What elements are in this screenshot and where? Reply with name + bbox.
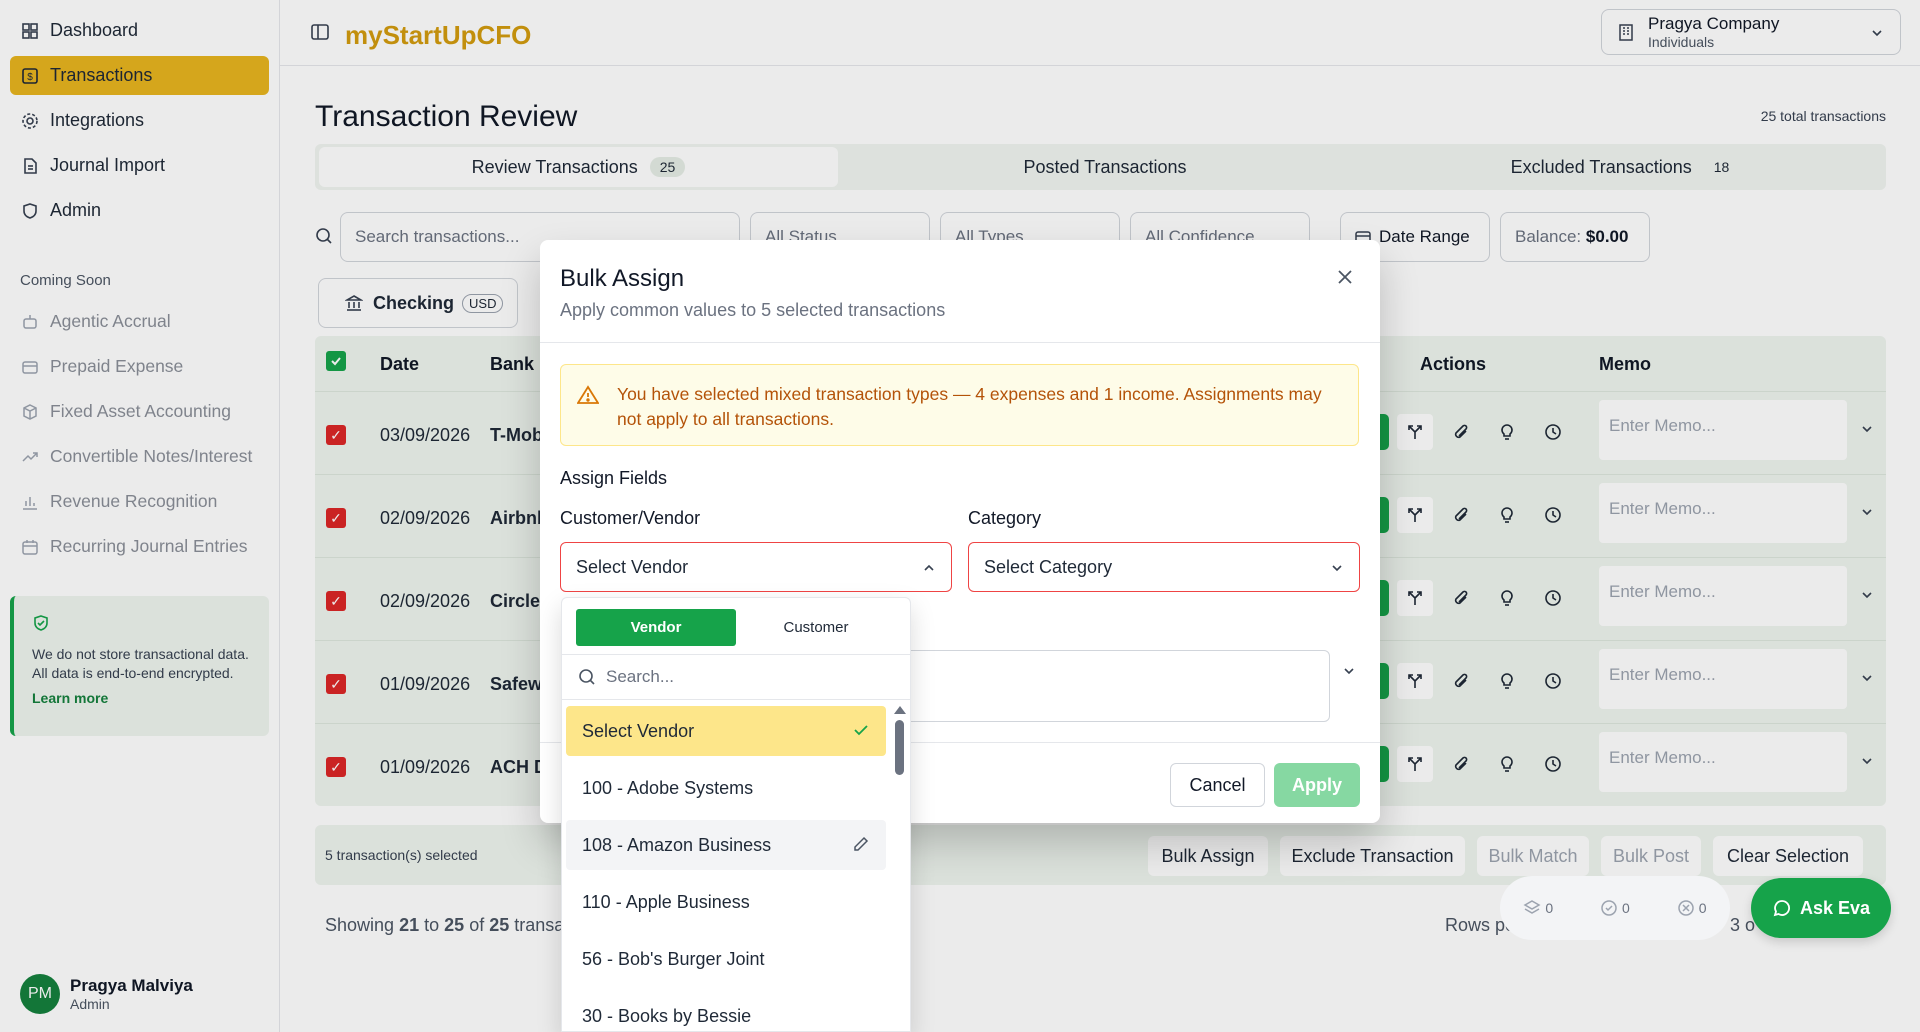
- apply-button[interactable]: Apply: [1274, 763, 1360, 807]
- category-label: Category: [968, 508, 1042, 528]
- chevron-down-icon: [1330, 559, 1344, 580]
- option-label: Select Vendor: [582, 720, 695, 741]
- cancel-button[interactable]: Cancel: [1170, 763, 1265, 807]
- search-placeholder: Search...: [606, 667, 675, 686]
- category-select[interactable]: Select Category: [968, 542, 1360, 592]
- vendor-dropdown: Vendor Customer Search... Select Vendor …: [561, 597, 911, 1032]
- modal-subtitle: Apply common values to 5 selected transa…: [560, 300, 946, 320]
- dropdown-option[interactable]: Select Vendor: [566, 706, 886, 756]
- dropdown-option[interactable]: 100 - Adobe Systems: [566, 763, 886, 813]
- warning-icon: [576, 385, 600, 412]
- dropdown-scrollbar[interactable]: [894, 706, 906, 776]
- check-circle-icon: 0: [1600, 899, 1630, 917]
- x-circle-icon: 0: [1677, 899, 1707, 917]
- option-label: 30 - Books by Bessie: [582, 1005, 752, 1026]
- customer-vendor-label: Customer/Vendor: [560, 508, 701, 528]
- modal-memo-field[interactable]: [890, 650, 1330, 722]
- counter-value: 0: [1698, 900, 1707, 916]
- dropdown-option[interactable]: 110 - Apple Business: [566, 877, 886, 927]
- chevron-up-icon: [922, 559, 936, 580]
- chevron-down-icon[interactable]: [1342, 664, 1356, 683]
- modal-title: Bulk Assign: [560, 265, 685, 292]
- select-value: Select Category: [984, 556, 1113, 577]
- ask-eva-label: Ask Eva: [1799, 897, 1871, 918]
- check-icon: [852, 721, 870, 744]
- select-value: Select Vendor: [576, 556, 689, 577]
- close-icon[interactable]: [1336, 268, 1354, 291]
- dropdown-option[interactable]: 30 - Books by Bessie: [566, 991, 886, 1031]
- option-label: 100 - Adobe Systems: [582, 777, 754, 798]
- vendor-customer-toggle: Vendor Customer: [576, 609, 896, 646]
- pencil-icon[interactable]: [852, 835, 870, 858]
- dropdown-search-input[interactable]: Search...: [562, 654, 910, 700]
- scroll-up-arrow[interactable]: [894, 706, 906, 714]
- assign-fields-heading: Assign Fields: [560, 468, 668, 488]
- warning-text: You have selected mixed transaction type…: [617, 384, 1322, 429]
- layers-icon: 0: [1523, 899, 1553, 917]
- dropdown-option[interactable]: 108 - Amazon Business: [566, 820, 886, 870]
- option-label: 56 - Bob's Burger Joint: [582, 948, 765, 969]
- counter-value: 0: [1545, 900, 1554, 916]
- scroll-thumb[interactable]: [895, 720, 904, 775]
- dropdown-option[interactable]: 56 - Bob's Burger Joint: [566, 934, 886, 984]
- search-icon: [578, 668, 596, 686]
- chat-bubble-icon: [1772, 898, 1792, 918]
- customer-vendor-select[interactable]: Select Vendor: [560, 542, 952, 592]
- customer-toggle-button[interactable]: Customer: [736, 609, 896, 646]
- status-counters: 0 0 0: [1500, 876, 1730, 940]
- option-label: 108 - Amazon Business: [582, 834, 772, 855]
- counter-value: 0: [1622, 900, 1630, 916]
- mixed-types-warning: You have selected mixed transaction type…: [560, 364, 1359, 446]
- option-label: 110 - Apple Business: [582, 891, 750, 912]
- vendor-toggle-button[interactable]: Vendor: [576, 609, 736, 646]
- ask-eva-button[interactable]: Ask Eva: [1751, 878, 1891, 938]
- modal-divider: [540, 342, 1380, 343]
